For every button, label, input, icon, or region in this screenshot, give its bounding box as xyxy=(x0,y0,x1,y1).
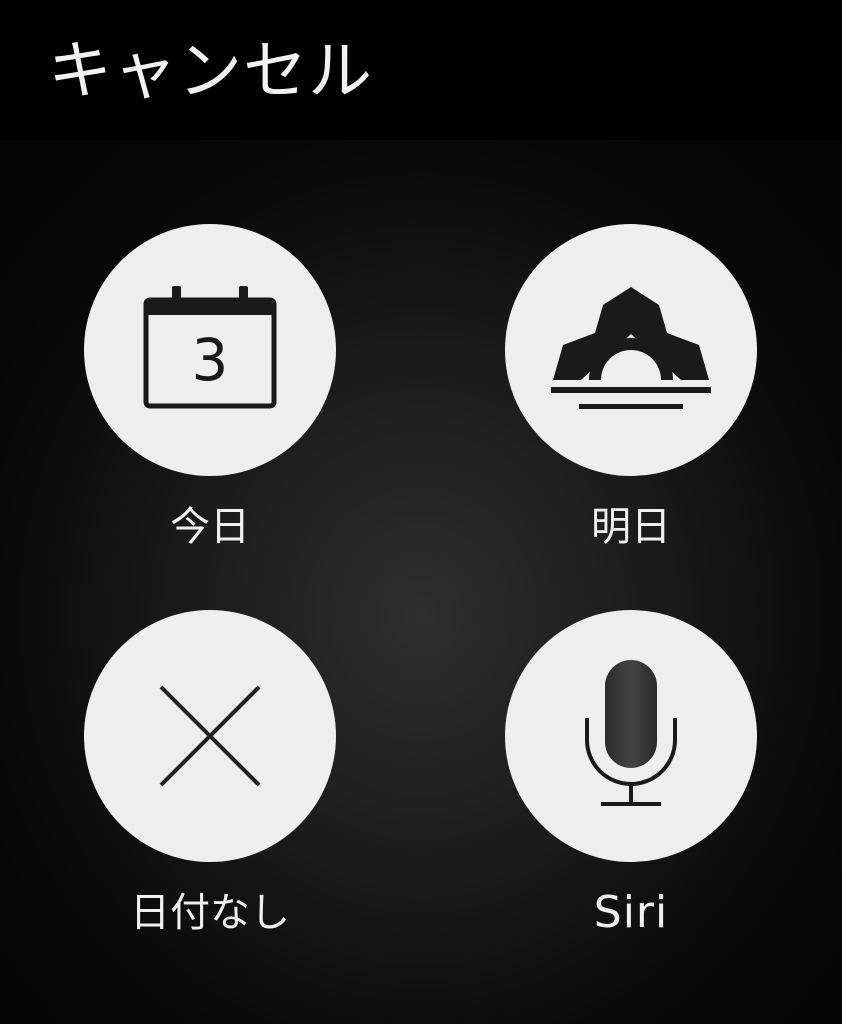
tomorrow-button[interactable] xyxy=(505,224,757,476)
screen: キャンセル 3 今日 明日 日付なし Siri xyxy=(0,0,842,1024)
today-button[interactable]: 3 xyxy=(84,224,336,476)
sunrise-icon xyxy=(551,287,711,409)
no-date-label: 日付なし xyxy=(130,890,290,936)
no-date-button[interactable] xyxy=(84,610,336,862)
today-label: 今日 xyxy=(170,504,250,550)
microphone-icon xyxy=(585,660,677,806)
cancel-button[interactable]: キャンセル xyxy=(48,30,373,114)
siri-option[interactable]: Siri xyxy=(505,610,757,938)
today-option[interactable]: 3 今日 xyxy=(84,224,336,552)
siri-label: Siri xyxy=(593,887,669,938)
no-date-option[interactable]: 日付なし xyxy=(84,610,336,938)
calendar-icon: 3 xyxy=(143,286,277,409)
calendar-day-number: 3 xyxy=(192,326,229,394)
top-bar: キャンセル xyxy=(0,0,842,140)
tomorrow-label: 明日 xyxy=(591,504,671,550)
tomorrow-option[interactable]: 明日 xyxy=(505,224,757,552)
close-x-icon xyxy=(159,685,261,787)
siri-button[interactable] xyxy=(505,610,757,862)
